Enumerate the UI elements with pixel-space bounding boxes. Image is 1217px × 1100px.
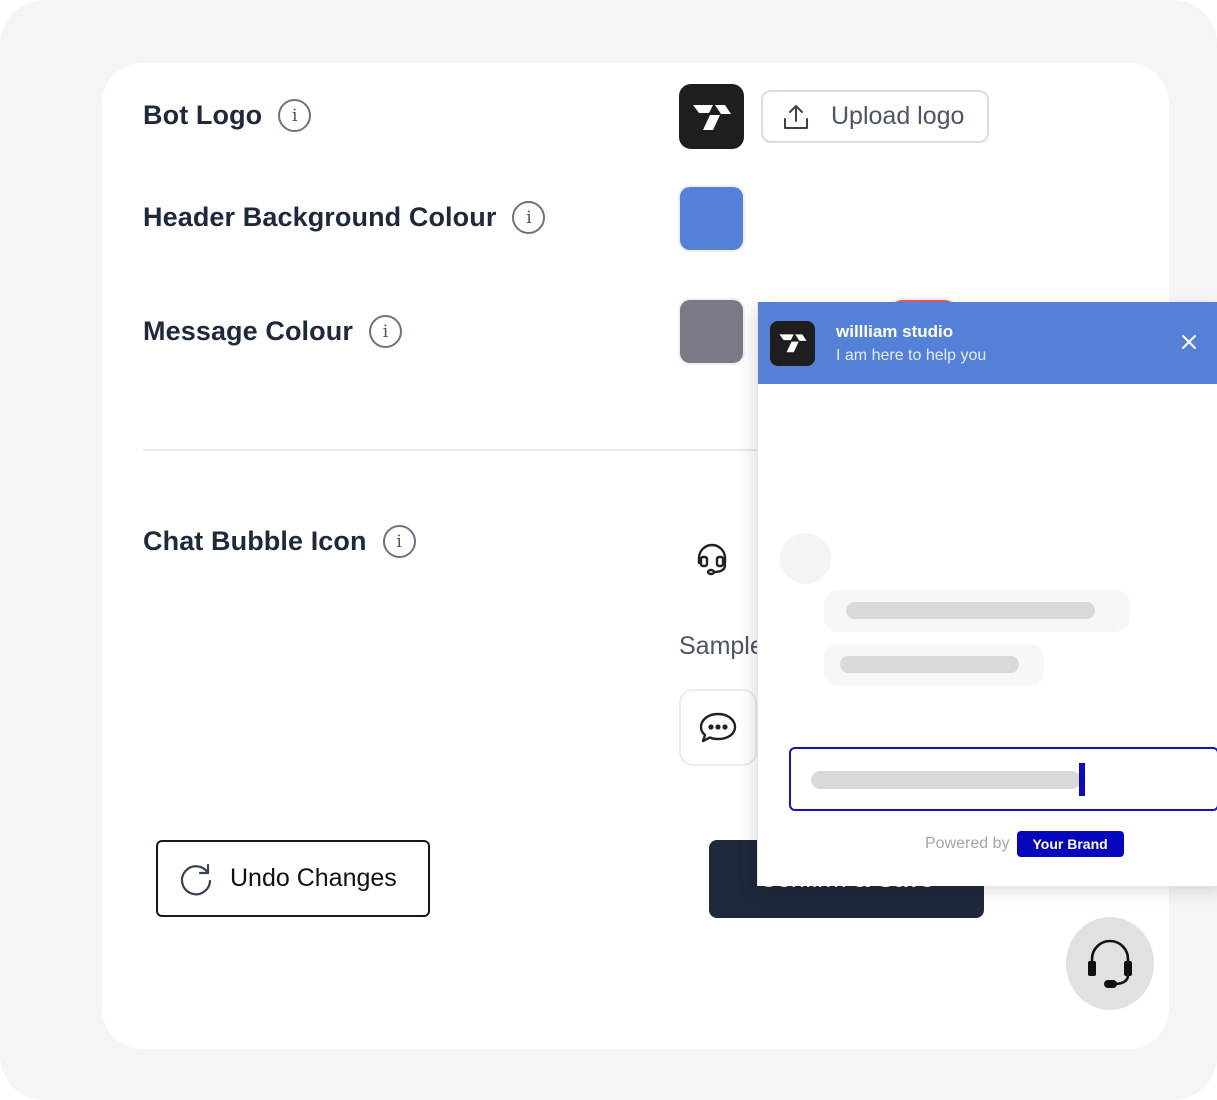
bot-avatar-placeholder bbox=[780, 533, 831, 584]
chat-bot-name: willliam studio bbox=[836, 321, 954, 341]
message-placeholder bbox=[824, 590, 1130, 632]
input-text-placeholder bbox=[811, 771, 1081, 789]
info-icon[interactable]: i bbox=[382, 525, 416, 558]
message-color-swatch-bot[interactable] bbox=[680, 300, 743, 363]
bubble-option-headset[interactable] bbox=[690, 538, 734, 580]
chat-titles: willliam studio I am here to help you bbox=[836, 322, 986, 365]
sample-bubble-preview[interactable] bbox=[679, 689, 757, 766]
close-chat-button[interactable] bbox=[1179, 332, 1199, 357]
chat-message-input[interactable] bbox=[789, 747, 1217, 811]
chat-header: willliam studio I am here to help you bbox=[758, 302, 1217, 384]
upload-icon bbox=[784, 104, 808, 129]
close-icon bbox=[1182, 335, 1196, 349]
brand-logo-icon bbox=[692, 104, 731, 130]
refresh-icon bbox=[180, 863, 212, 895]
brand-badge[interactable]: Your Brand bbox=[1016, 831, 1124, 857]
chat-bot-subtitle: I am here to help you bbox=[836, 346, 987, 364]
header-bg-label: Header Background Colour bbox=[143, 202, 497, 232]
sample-label: Sample bbox=[679, 632, 764, 660]
message-placeholder bbox=[824, 644, 1044, 686]
header-bg-color-swatch[interactable] bbox=[680, 187, 743, 250]
headset-icon bbox=[697, 543, 727, 576]
bot-logo-label: Bot Logo bbox=[143, 100, 263, 130]
message-colour-row: Message Colour i bbox=[143, 315, 402, 348]
text-caret bbox=[1079, 763, 1085, 796]
chat-logo bbox=[770, 320, 815, 366]
text-placeholder-bar bbox=[846, 602, 1095, 619]
header-bg-row: Header Background Colour i bbox=[143, 201, 546, 234]
text-placeholder-bar bbox=[840, 656, 1019, 673]
chat-bubble-icon bbox=[699, 712, 737, 742]
bot-logo-preview bbox=[679, 84, 744, 149]
powered-by: Powered by Your Brand bbox=[925, 831, 1124, 857]
undo-changes-button[interactable]: Undo Changes bbox=[156, 840, 430, 917]
info-icon[interactable]: i bbox=[512, 201, 546, 234]
upload-logo-button[interactable]: Upload logo bbox=[761, 90, 989, 143]
section-divider bbox=[143, 449, 763, 451]
bot-logo-row: Bot Logo i bbox=[143, 99, 312, 132]
chat-bubble-row: Chat Bubble Icon i bbox=[143, 525, 416, 558]
upload-logo-label: Upload logo bbox=[831, 102, 965, 130]
headset-icon bbox=[1088, 939, 1132, 988]
undo-changes-label: Undo Changes bbox=[230, 864, 397, 892]
info-icon[interactable]: i bbox=[368, 315, 402, 348]
info-icon[interactable]: i bbox=[278, 99, 312, 132]
chat-bubble-label: Chat Bubble Icon bbox=[143, 526, 367, 556]
brand-logo-icon bbox=[778, 334, 807, 353]
chat-launcher-button[interactable] bbox=[1066, 917, 1154, 1010]
message-colour-label: Message Colour bbox=[143, 316, 353, 346]
powered-by-text: Powered by bbox=[925, 835, 1010, 852]
chat-preview-window: willliam studio I am here to help you Po… bbox=[757, 302, 1217, 886]
